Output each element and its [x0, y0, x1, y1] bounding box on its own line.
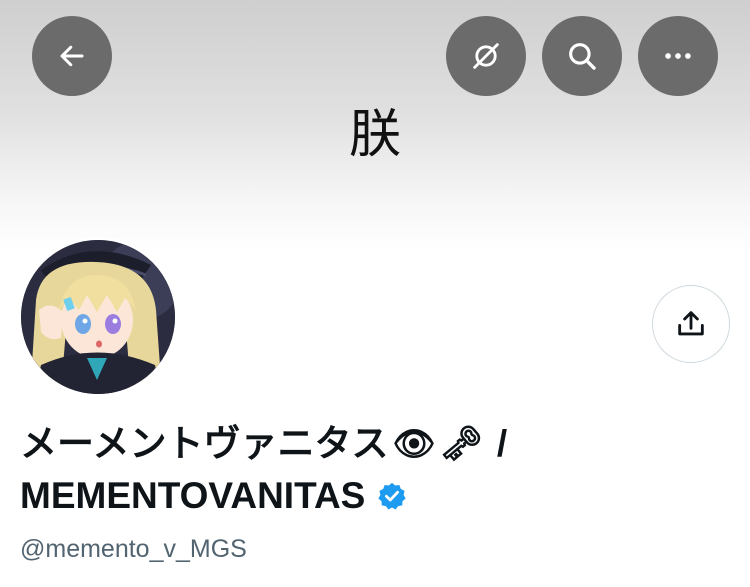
- search-icon: [569, 43, 596, 70]
- verified-badge-icon[interactable]: [377, 481, 407, 511]
- eye-slash-icon: [473, 43, 499, 69]
- banner-text: 朕: [348, 105, 401, 165]
- display-name-japanese: メーメントヴァニタス: [20, 423, 389, 464]
- display-name: メーメントヴァニタス 👁 🗝 / MEMENTOVANITAS: [20, 418, 740, 522]
- hide-button[interactable]: [446, 16, 526, 96]
- profile-avatar[interactable]: [18, 237, 178, 397]
- display-name-latin: MEMENTOVANITAS: [20, 475, 366, 516]
- avatar-illustration: [21, 240, 175, 394]
- user-handle: @memento_v_MGS: [20, 535, 247, 563]
- profile-banner[interactable]: 朕: [0, 0, 750, 250]
- share-button[interactable]: [652, 285, 730, 363]
- share-icon: [678, 311, 704, 336]
- more-horizontal-icon: [665, 53, 691, 59]
- eye-emoji-icon: 👁: [392, 425, 436, 463]
- arrow-left-icon: [60, 45, 84, 67]
- back-button[interactable]: [32, 16, 112, 96]
- key-emoji-icon: 🗝: [439, 425, 483, 463]
- name-separator: /: [496, 423, 508, 464]
- more-button[interactable]: [638, 16, 718, 96]
- search-button[interactable]: [542, 16, 622, 96]
